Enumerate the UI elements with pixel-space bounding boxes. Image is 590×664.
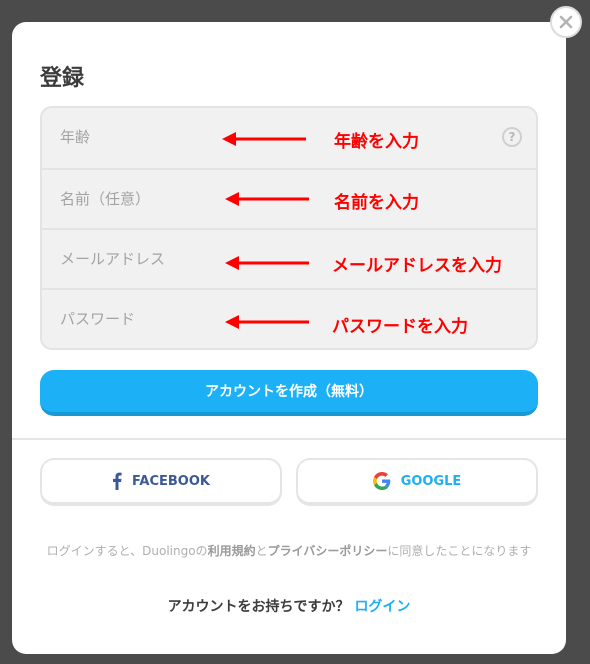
annotation-arrow-icon (225, 256, 309, 270)
privacy-link[interactable]: プライバシーポリシー (268, 544, 388, 558)
password-placeholder: パスワード (60, 310, 136, 328)
google-label: GOOGLE (400, 473, 462, 489)
login-prompt: アカウントをお持ちですか？ ログイン (12, 596, 566, 616)
email-annotation: メールアドレスを入力 (332, 256, 502, 276)
name-annotation: 名前を入力 (334, 193, 419, 213)
terms-link[interactable]: 利用規約 (208, 544, 256, 558)
annotation-arrow-icon (225, 315, 309, 329)
terms-notice: ログインすると、Duolingoの利用規約とプライバシーポリシーに同意したことに… (40, 542, 538, 561)
annotation-arrow-icon (225, 192, 309, 206)
facebook-icon (113, 472, 122, 490)
help-icon[interactable]: ? (502, 127, 522, 147)
email-placeholder: メールアドレス (60, 250, 166, 268)
terms-suffix: に同意したことになります (387, 544, 532, 558)
dialog-title: 登録 (40, 66, 85, 91)
google-button[interactable]: GOOGLE (296, 458, 538, 506)
close-icon (559, 15, 573, 29)
terms-and: と (255, 544, 268, 558)
login-link[interactable]: ログイン (354, 599, 410, 615)
annotation-arrow-icon (222, 132, 306, 146)
google-icon (372, 472, 390, 490)
facebook-label: FACEBOOK (132, 473, 210, 489)
facebook-button[interactable]: FACEBOOK (40, 458, 282, 506)
divider (12, 438, 566, 440)
terms-prefix: ログインすると、Duolingoの (46, 544, 208, 558)
age-placeholder: 年齢 (60, 128, 91, 146)
signup-dialog: 登録 年齢 ? 名前（任意） メールアドレス パスワード 年齢を入力 名前を入力… (12, 22, 566, 654)
close-button[interactable] (550, 6, 582, 38)
age-annotation: 年齢を入力 (334, 132, 419, 152)
name-placeholder: 名前（任意） (60, 190, 151, 208)
password-annotation: パスワードを入力 (332, 317, 468, 337)
create-account-button[interactable]: アカウントを作成（無料） (40, 370, 538, 416)
login-question: アカウントをお持ちですか？ (167, 599, 350, 615)
